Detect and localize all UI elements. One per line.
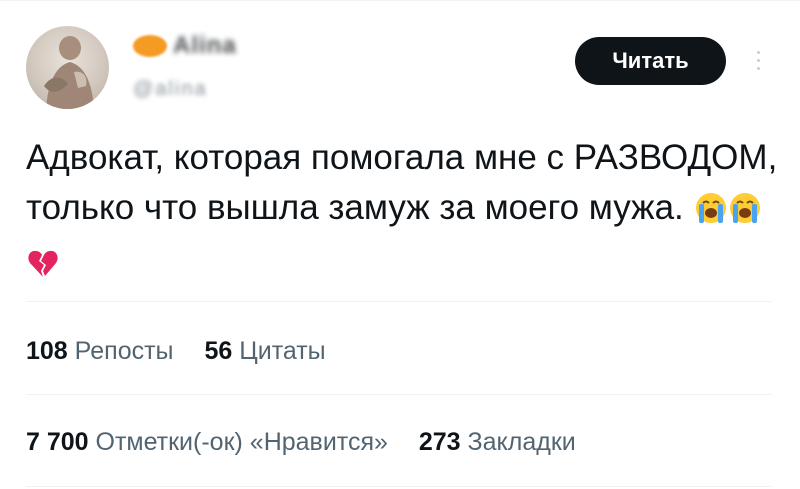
more-vertical-icon[interactable] [748, 40, 768, 80]
divider [26, 394, 772, 395]
stats-row-likes: 7 700 Отметки(-ок) «Нравится» 273 Заклад… [26, 428, 576, 457]
quotes-label: Цитаты [239, 337, 326, 365]
bookmarks-count: 273 [418, 428, 461, 456]
top-divider [0, 0, 800, 1]
verified-badge-icon [133, 35, 167, 57]
likes-label: Отметки(-ок) «Нравится» [95, 428, 388, 456]
bookmarks-stat[interactable]: 273 Закладки [419, 428, 576, 457]
follow-button[interactable]: Читать [575, 37, 726, 85]
bookmarks-label: Закладки [467, 428, 576, 456]
tweet-text: Адвокат, которая помогала мне с РАЗВОДОМ… [26, 138, 778, 227]
user-handle[interactable]: @alina [133, 78, 208, 101]
avatar[interactable] [26, 26, 109, 109]
reposts-count: 108 [26, 337, 68, 365]
display-name-row[interactable]: Alina [133, 26, 237, 66]
divider [26, 486, 772, 487]
avatar-photo [44, 36, 94, 109]
display-name[interactable]: Alina [173, 32, 237, 60]
reposts-stat[interactable]: 108 Репосты [26, 337, 174, 366]
likes-count: 7 700 [26, 428, 89, 456]
loudly-crying-face-icon [728, 189, 762, 239]
divider [26, 301, 772, 302]
loudly-crying-face-icon [694, 189, 728, 239]
broken-heart-icon [26, 245, 60, 295]
stats-row-reposts: 108 Репосты 56 Цитаты [26, 337, 326, 366]
quotes-stat[interactable]: 56 Цитаты [204, 337, 325, 366]
quotes-count: 56 [204, 337, 233, 365]
tweet-body: Адвокат, которая помогала мне с РАЗВОДОМ… [26, 133, 786, 295]
likes-stat[interactable]: 7 700 Отметки(-ок) «Нравится» [26, 428, 388, 457]
reposts-label: Репосты [74, 337, 174, 365]
